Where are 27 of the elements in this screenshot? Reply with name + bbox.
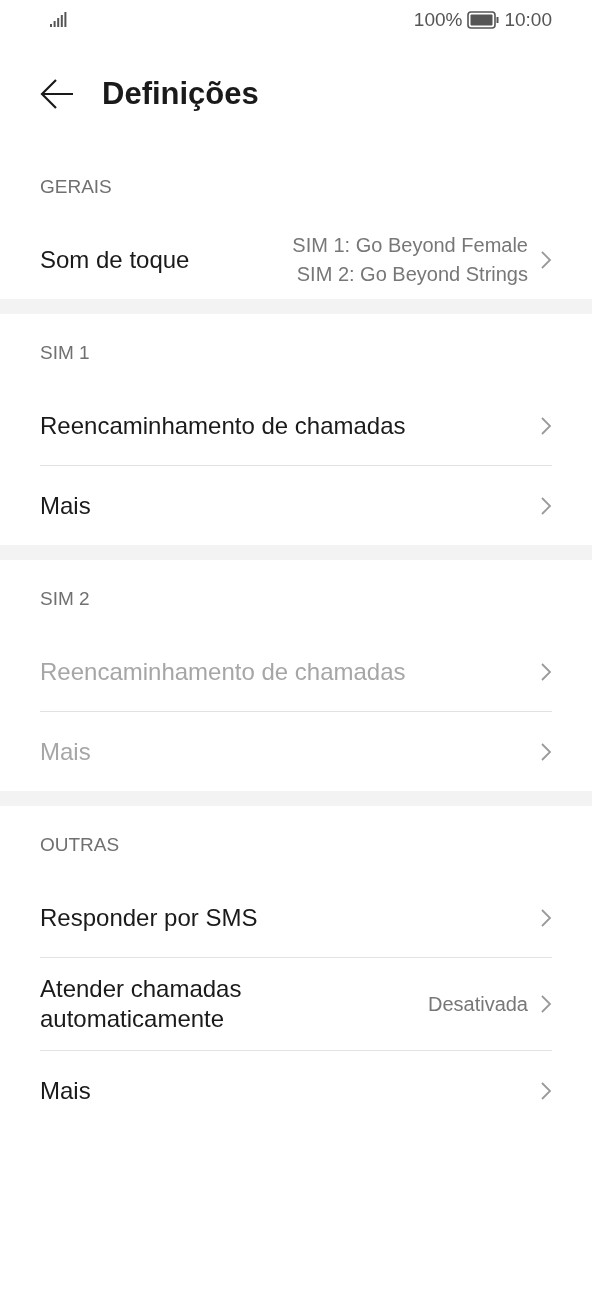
setting-value: SIM 2: Go Beyond Strings xyxy=(296,262,528,286)
section-header: OUTRAS xyxy=(40,834,120,856)
back-arrow-icon[interactable] xyxy=(40,78,74,110)
setting-label[interactable]: Som de toque xyxy=(40,244,281,275)
chevron-right-icon xyxy=(540,741,552,762)
setting-label[interactable]: Mais xyxy=(40,1075,528,1106)
clock-time: 10:00 xyxy=(504,9,552,31)
chevron-right-icon xyxy=(540,495,552,516)
chevron-right-icon xyxy=(540,994,552,1014)
battery-icon xyxy=(467,11,500,29)
chevron-right-icon xyxy=(540,1080,552,1101)
battery-percent: 100% xyxy=(413,9,463,31)
signal-icon xyxy=(50,11,68,29)
setting-label[interactable]: Responder por SMS xyxy=(40,902,528,933)
chevron-right-icon xyxy=(540,907,552,928)
chevron-right-icon xyxy=(540,249,552,270)
page-title: Definições xyxy=(102,76,259,112)
chevron-right-icon xyxy=(540,661,552,682)
chevron-right-icon xyxy=(540,415,552,436)
setting-label[interactable]: Atender chamadas automaticamente xyxy=(40,974,416,1034)
section-header: SIM 2 xyxy=(40,588,90,610)
setting-label[interactable]: Reencaminhamento de chamadas xyxy=(40,410,528,441)
setting-value: SIM 1: Go Beyond Female xyxy=(292,233,528,257)
setting-value: Desativada xyxy=(427,992,528,1016)
section-header: SIM 1 xyxy=(40,342,90,364)
setting-label[interactable]: Mais xyxy=(40,490,528,521)
section-header: GERAIS xyxy=(40,176,112,198)
